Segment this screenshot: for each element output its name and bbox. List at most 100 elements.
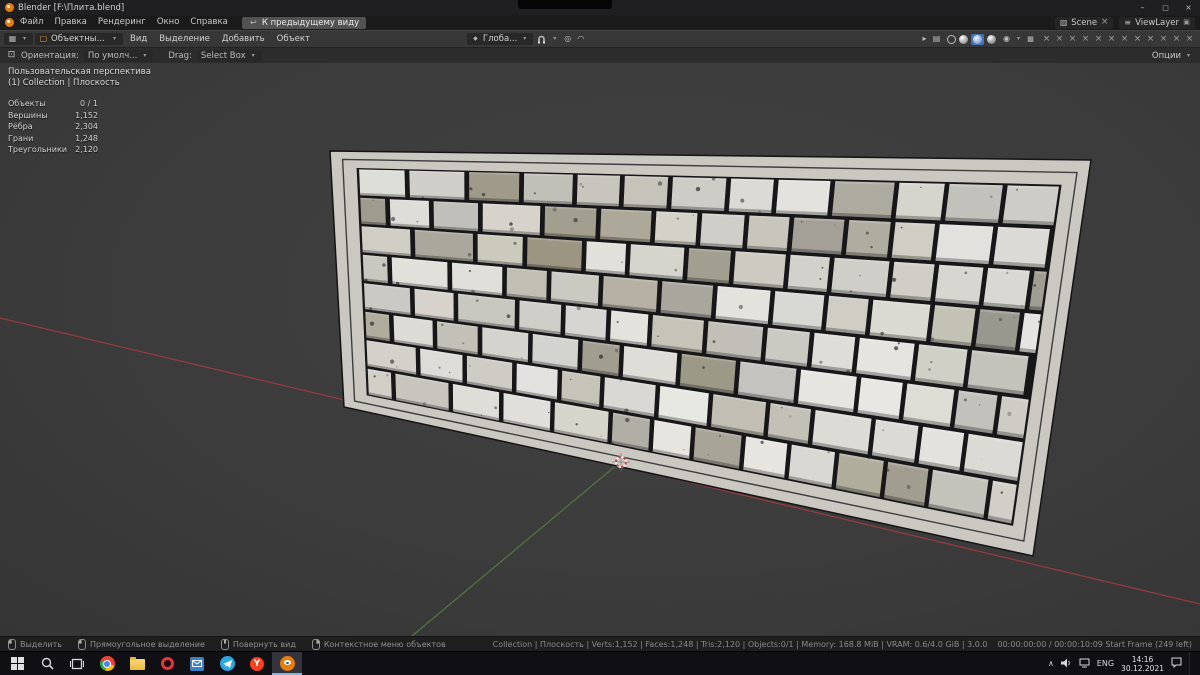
notification-center-icon[interactable] [1171, 657, 1182, 670]
taskbar-clock[interactable]: 14:16 30.12.2021 [1121, 655, 1164, 673]
x-icon[interactable] [1094, 34, 1103, 44]
orientation-label: Глоба... [482, 34, 518, 44]
active-tool-icon[interactable] [7, 51, 16, 61]
shading-material-icon[interactable] [971, 33, 984, 45]
x-icon[interactable] [1068, 34, 1077, 44]
scene-selector[interactable]: Scene [1055, 16, 1114, 29]
shading-solid-icon[interactable] [959, 34, 968, 44]
chrome-taskbar-button[interactable] [92, 652, 122, 675]
menu-file[interactable]: Файл [15, 15, 48, 30]
maximize-button[interactable] [1154, 0, 1177, 15]
editor-type-icon [8, 34, 17, 44]
menu-add[interactable]: Добавить [217, 32, 270, 47]
shading-rendered-icon[interactable] [987, 34, 996, 44]
mouse-middle-icon [220, 638, 229, 650]
search-button[interactable] [32, 652, 62, 675]
blender-logo-icon [5, 3, 14, 12]
folder-icon [129, 657, 145, 670]
stone-slab-object[interactable] [329, 150, 1092, 557]
back-to-previous-button[interactable]: К предыдущему виду [241, 16, 367, 29]
viewlayer-selector[interactable]: ViewLayer [1119, 16, 1195, 29]
options-dropdown[interactable]: Опции [1152, 51, 1193, 61]
x-icon[interactable] [1081, 34, 1090, 44]
x-icon[interactable] [1107, 34, 1116, 44]
falloff-icon[interactable] [576, 34, 585, 44]
editor-type-dropdown[interactable] [4, 33, 33, 45]
menu-window[interactable]: Окно [152, 15, 185, 30]
overlays-icon[interactable] [1002, 34, 1011, 44]
hint-context-menu: Контекстное меню объектов [311, 638, 446, 650]
menu-help[interactable]: Справка [185, 15, 232, 30]
language-indicator[interactable]: ENG [1097, 659, 1114, 668]
shading-wireframe-icon[interactable] [947, 34, 956, 44]
task-view-button[interactable] [62, 652, 92, 675]
close-button[interactable] [1177, 0, 1200, 15]
viewport-3d[interactable]: Пользовательская перспектива (1) Collect… [0, 63, 1200, 636]
orientation-icon [471, 34, 480, 44]
scene-unlink-icon[interactable] [1100, 18, 1109, 28]
x-icon[interactable] [1055, 34, 1064, 44]
new-viewlayer-icon[interactable] [1182, 18, 1191, 28]
menu-render[interactable]: Рендеринг [93, 15, 151, 30]
transform-orientation-dropdown[interactable]: Глоба... [466, 33, 534, 45]
scene-statistics-text: Collection | Плоскость | Verts:1,152 | F… [492, 639, 988, 649]
hint-box-select: Прямоугольное выделение [77, 638, 205, 650]
x-icon[interactable] [1042, 34, 1051, 44]
chevron-down-icon [249, 51, 258, 61]
drag-value: Select Box [200, 50, 246, 61]
xray-toggle-icon[interactable] [1026, 34, 1035, 44]
show-gizmo-icon[interactable] [932, 34, 941, 44]
blender-taskbar-button[interactable] [272, 652, 302, 675]
menu-edit[interactable]: Правка [49, 15, 91, 30]
x-icon[interactable] [1159, 34, 1168, 44]
search-icon [41, 657, 54, 670]
volume-icon[interactable] [1060, 658, 1072, 670]
select-visibility-icon[interactable] [920, 34, 929, 44]
blender-menu-icon[interactable] [5, 18, 14, 27]
chevron-down-icon [1184, 51, 1193, 61]
viewport-canvas[interactable] [0, 63, 1200, 636]
x-icon[interactable] [1133, 34, 1142, 44]
minimize-button[interactable] [1131, 0, 1154, 15]
yandex-taskbar-button[interactable] [242, 652, 272, 675]
window-title: Blender [F:\Плита.blend] [18, 2, 125, 13]
show-desktop-button[interactable] [1189, 652, 1194, 675]
scene-icon [1059, 18, 1068, 28]
x-icon[interactable] [1172, 34, 1181, 44]
menu-select[interactable]: Выделение [154, 32, 215, 47]
mode-dropdown[interactable]: Объектный режим [35, 33, 123, 45]
x-icon[interactable] [1146, 34, 1155, 44]
options-label: Опции [1151, 50, 1181, 61]
opera-taskbar-button[interactable] [152, 652, 182, 675]
start-button[interactable] [2, 652, 32, 675]
overlays-chevron-icon[interactable] [1014, 34, 1023, 44]
viewport-header: Объектный режим Вид Выделение Добавить О… [0, 30, 1200, 47]
mail-taskbar-button[interactable] [182, 652, 212, 675]
stat-faces: Грани 1,248 [8, 133, 98, 143]
mouse-left-drag-icon [77, 638, 86, 650]
recording-overlay [518, 0, 612, 9]
system-tray: ENG 14:16 30.12.2021 [1048, 652, 1198, 675]
status-bar: Выделить Прямоугольное выделение Поверну… [0, 636, 1200, 651]
menu-object[interactable]: Объект [272, 32, 315, 47]
tray-chevron-icon[interactable] [1048, 659, 1054, 668]
back-icon [249, 18, 258, 28]
telegram-icon [219, 656, 235, 671]
windows-taskbar: ENG 14:16 30.12.2021 [0, 651, 1200, 675]
snap-settings-chevron-icon[interactable] [550, 34, 559, 44]
blender-topbar: Файл Правка Рендеринг Окно Справка К пре… [0, 15, 1200, 30]
drag-mode-dropdown[interactable]: Select Box [196, 49, 262, 62]
network-icon[interactable] [1079, 658, 1090, 670]
orientation-value-dropdown[interactable]: По умолч... [83, 49, 154, 62]
viewport-overlay-text: Пользовательская перспектива (1) Collect… [8, 67, 151, 89]
x-icon[interactable] [1120, 34, 1129, 44]
task-view-icon [70, 658, 84, 669]
menu-view3d[interactable]: Вид [125, 32, 152, 47]
missing-icons-row [1042, 34, 1196, 44]
x-icon[interactable] [1185, 34, 1194, 44]
telegram-taskbar-button[interactable] [212, 652, 242, 675]
chevron-down-icon [110, 34, 119, 44]
explorer-taskbar-button[interactable] [122, 652, 152, 675]
snap-magnet-icon[interactable] [537, 34, 546, 44]
proportional-edit-icon[interactable] [563, 34, 572, 44]
